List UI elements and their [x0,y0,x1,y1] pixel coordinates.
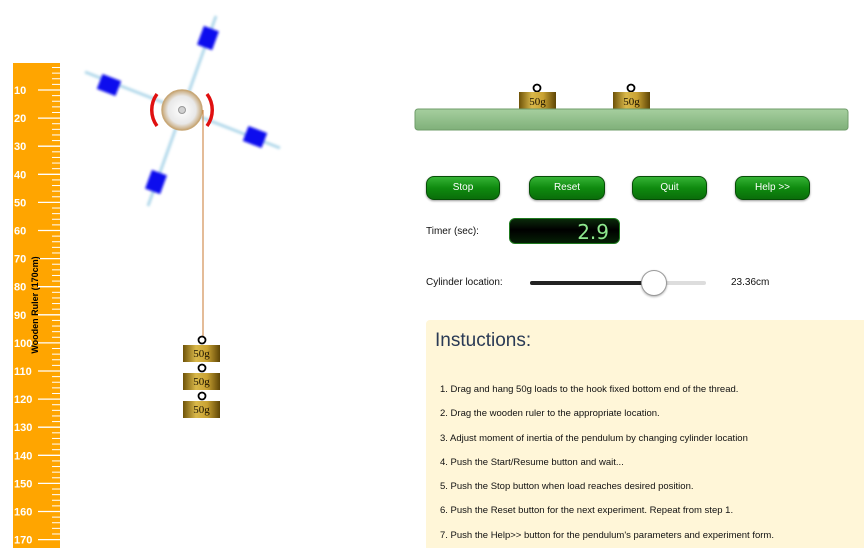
ruler-label: Wooden Ruler (170cm) [30,256,40,353]
ruler-number: 140 [14,450,32,462]
instruction-step: 3. Adjust moment of inertia of the pendu… [440,432,748,444]
weight-50g[interactable]: 50g [183,363,220,391]
timer-label: Timer (sec): [426,226,479,237]
weight-shelf [414,108,849,131]
pendulum-cross[interactable] [84,15,281,207]
help-button[interactable]: Help >> [735,176,810,200]
cylinder-right[interactable] [242,125,268,149]
svg-text:50g: 50g [193,404,210,416]
ruler-number: 130 [14,422,32,434]
svg-text:50g: 50g [193,348,210,360]
weight-50g[interactable]: 50g [519,83,556,110]
weight-50g[interactable]: 50g [613,83,650,110]
stop-button[interactable]: Stop [426,176,500,200]
instructions-title: Instuctions: [435,330,532,351]
instruction-step: 1. Drag and hang 50g loads to the hook f… [440,384,739,395]
pulley-axle [178,106,186,114]
svg-text:50g: 50g [193,376,210,388]
ruler-number: 170 [14,535,32,547]
wooden-ruler[interactable]: 1020304050607080901001101201301401501601… [13,63,60,548]
svg-text:50g: 50g [623,96,640,108]
timer-value: 2.9 [577,220,609,244]
weight-50g[interactable]: 50g [183,335,220,363]
ruler-number: 90 [14,310,26,322]
weight-50g[interactable]: 50g [183,391,220,419]
cylinder-location-value: 23.36cm [731,277,770,288]
instruction-step: 4. Push the Start/Resume button and wait… [440,456,624,468]
reset-button[interactable]: Reset [529,176,605,200]
ruler-number: 80 [14,282,26,294]
instructions-list: 1. Drag and hang 50g loads to the hook f… [440,384,774,554]
slider-fill [530,281,654,285]
instruction-step: 7. Push the Help>> button for the pendul… [440,529,774,541]
instruction-step: 5. Push the Stop button when load reache… [440,481,694,493]
timer-display: 2.9 [509,218,620,244]
ruler-number: 30 [14,141,26,153]
cylinder-location-slider[interactable] [530,270,706,296]
ruler-number: 60 [14,226,26,238]
ruler-number: 10 [14,85,26,97]
hanging-weights[interactable]: 50g 50g 50g [183,335,220,419]
ruler-number: 160 [14,507,32,519]
quit-button[interactable]: Quit [632,176,707,200]
ruler-number: 20 [14,113,26,125]
slider-thumb[interactable] [641,270,668,296]
cylinder-location-label: Cylinder location: [426,277,503,288]
ruler-number: 150 [14,478,32,490]
instruction-step: 6. Push the Reset button for the next ex… [440,505,734,517]
ruler-number: 50 [14,197,26,209]
ruler-number: 120 [14,394,32,406]
ruler-number: 110 [14,366,32,378]
cylinder-bottom[interactable] [145,169,167,195]
instruction-step: 2. Drag the wooden ruler to the appropri… [440,408,660,420]
instructions-panel: Instuctions: 1. Drag and hang 50g loads … [426,320,864,548]
shelf-weights[interactable]: 50g 50g [519,83,650,110]
ruler-number: 40 [14,169,26,181]
svg-text:50g: 50g [529,96,546,108]
ruler-number: 70 [14,254,26,266]
cylinder-top[interactable] [197,25,219,51]
